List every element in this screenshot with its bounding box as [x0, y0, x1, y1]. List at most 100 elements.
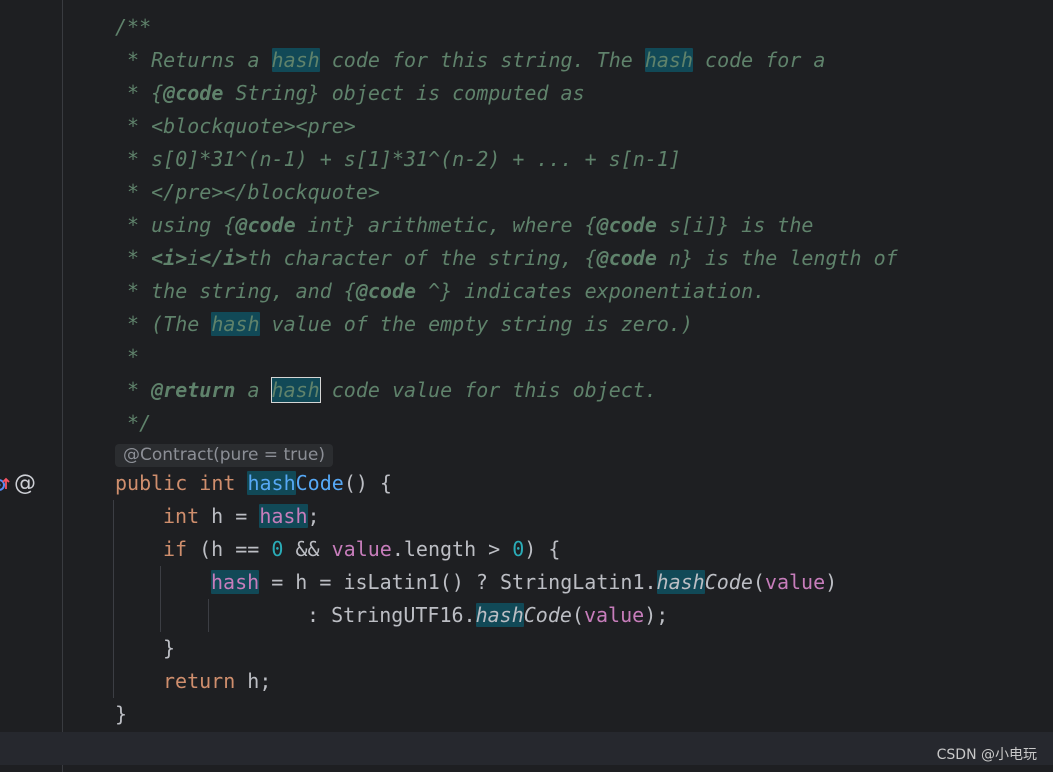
code-editor[interactable]: /** * Returns a hash code for this strin… — [0, 0, 1053, 772]
javadoc-tag: @code — [596, 213, 657, 237]
doc-text: * the string, and { — [115, 279, 356, 303]
keyword-int: int — [199, 471, 236, 495]
code-text: ( — [752, 570, 765, 594]
doc-comment-line: */ — [115, 407, 151, 440]
number-literal: 0 — [512, 537, 525, 561]
number-literal: 0 — [271, 537, 284, 561]
implementation-icon[interactable] — [0, 476, 10, 492]
field-hash[interactable]: hash — [259, 504, 308, 528]
code-line: : StringUTF16.hashCode(value); — [307, 599, 668, 632]
doc-text: code for this string. The — [319, 48, 645, 72]
closing-brace: } — [115, 702, 128, 726]
annotation-icon[interactable]: @ — [14, 473, 36, 495]
keyword-if: if — [163, 537, 188, 561]
code-line: int h = hash; — [163, 500, 320, 533]
doc-text: i — [187, 246, 200, 270]
keyword-return: return — [163, 669, 236, 693]
code-line: } — [115, 698, 127, 731]
field-value[interactable]: value — [765, 570, 825, 594]
closing-brace: } — [163, 636, 176, 660]
indent-guide — [160, 566, 161, 632]
doc-text: code for a — [693, 48, 826, 72]
doc-comment-line: * the string, and {@code ^} indicates ex… — [115, 275, 765, 308]
gutter-icons: @ — [0, 469, 36, 499]
method-declaration-line: public int hashCode() { — [115, 467, 392, 500]
doc-html-tags: * </pre></blockquote> — [115, 180, 380, 204]
code-text: && — [283, 537, 332, 561]
doc-comment-line: /** — [115, 11, 151, 44]
method-name[interactable]: Code — [296, 471, 344, 495]
doc-html-tag: <i> — [151, 246, 188, 270]
doc-html-tags: * <blockquote><pre> — [115, 114, 356, 138]
javadoc-tag: @code — [235, 213, 296, 237]
keyword-int: int — [163, 504, 200, 528]
code-text: ( — [571, 603, 584, 627]
gutter-divider — [62, 0, 63, 772]
indent-guide — [208, 599, 209, 632]
doc-comment-line: * <i>i</i>th character of the string, {@… — [115, 242, 898, 275]
code-text: .length > — [391, 537, 513, 561]
keyword-public: public — [115, 471, 188, 495]
code-text: = h = isLatin1() ? StringLatin1. — [259, 570, 657, 594]
field-value[interactable]: value — [332, 537, 392, 561]
javadoc-tag: @code — [355, 279, 417, 303]
code-text: h = — [199, 504, 260, 528]
doc-html-tag: </i> — [199, 246, 248, 270]
doc-text: s[i]} is the — [656, 213, 814, 237]
hash-highlight-caret[interactable]: hash — [270, 377, 321, 403]
doc-text: * — [115, 345, 140, 369]
doc-text: n} is the length of — [656, 246, 898, 270]
field-hash[interactable]: hash — [211, 570, 260, 594]
hash-highlight: hash — [271, 48, 320, 72]
code-line: } — [163, 632, 175, 665]
doc-comment-line: * <blockquote><pre> — [115, 110, 356, 143]
doc-comment-line: * using {@code int} arithmetic, where {@… — [115, 209, 813, 242]
code-text: ) — [825, 570, 838, 594]
doc-comment-line: * Returns a hash code for this string. T… — [115, 44, 825, 77]
doc-text: th character of the string, { — [247, 246, 597, 270]
javadoc-tag: @code — [163, 81, 224, 105]
doc-text: * — [115, 246, 152, 270]
method-name-highlight[interactable]: hash — [247, 471, 296, 495]
code-line: if (h == 0 && value.length > 0) { — [163, 533, 560, 566]
static-method-name[interactable]: Code — [705, 570, 753, 594]
doc-text: ^} indicates exponentiation. — [416, 279, 766, 303]
code-text: (h == — [187, 537, 272, 561]
doc-text: value of the empty string is zero.) — [259, 312, 693, 336]
code-line: return h; — [163, 665, 271, 698]
code-text: h; — [235, 669, 272, 693]
code-text: ) { — [524, 537, 561, 561]
indent-guide — [113, 500, 114, 698]
static-method-highlight[interactable]: hash — [656, 570, 705, 594]
doc-text: * { — [115, 81, 164, 105]
code-line: hash = h = isLatin1() ? StringLatin1.has… — [211, 566, 837, 599]
doc-text: String} object is computed as — [223, 81, 585, 105]
doc-text: * Returns a — [115, 48, 272, 72]
hash-highlight: hash — [644, 48, 693, 72]
doc-text: code value for this object. — [319, 378, 657, 402]
code-text: () { — [343, 471, 392, 495]
doc-comment-line: * — [115, 341, 139, 374]
javadoc-tag: @code — [596, 246, 657, 270]
doc-comment-line: * </pre></blockquote> — [115, 176, 380, 209]
doc-comment-line: * s[0]*31^(n-1) + s[1]*31^(n-2) + ... + … — [115, 143, 681, 176]
doc-text: * s[0]*31^(n-1) + s[1]*31^(n-2) + ... + … — [115, 147, 681, 171]
doc-comment-close: */ — [115, 411, 152, 435]
code-text: ); — [644, 603, 669, 627]
doc-text: * (The — [115, 312, 212, 336]
doc-text: * — [115, 378, 152, 402]
doc-text: * using { — [115, 213, 236, 237]
hash-highlight: hash — [211, 312, 260, 336]
code-text: ; — [307, 504, 320, 528]
static-method-name[interactable]: Code — [524, 603, 572, 627]
doc-text: int} arithmetic, where { — [295, 213, 597, 237]
doc-comment-line: * {@code String} object is computed as — [115, 77, 585, 110]
doc-comment-open: /** — [115, 15, 152, 39]
static-method-highlight[interactable]: hash — [475, 603, 524, 627]
field-value[interactable]: value — [584, 603, 644, 627]
watermark: CSDN @小电玩 — [936, 747, 1037, 763]
current-line-highlight — [0, 732, 1053, 765]
contract-inlay-hint[interactable]: @Contract(pure = true) — [115, 444, 333, 467]
javadoc-tag: @return — [151, 378, 236, 402]
doc-comment-line: * @return a hash code value for this obj… — [115, 374, 657, 407]
